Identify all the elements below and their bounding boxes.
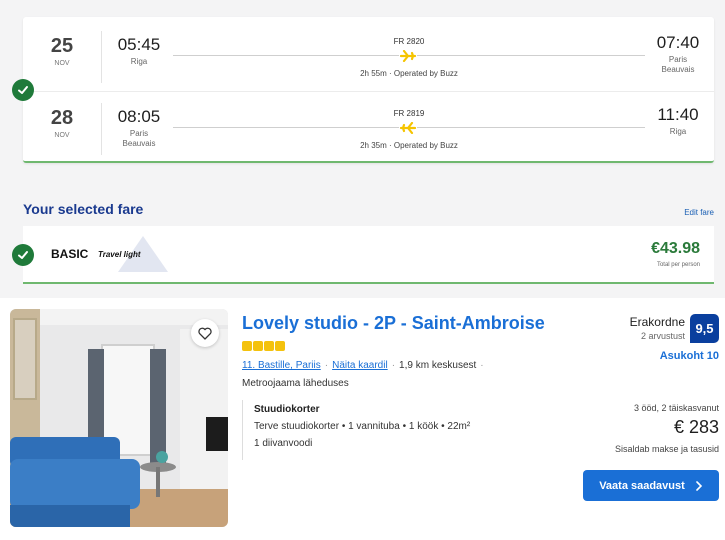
return-duration: 2h 35m · Operated by Buzz	[360, 141, 458, 150]
divider	[101, 31, 102, 83]
fare-card: BASIC Travel light €43.98 Total per pers…	[23, 226, 714, 284]
rating-score-badge: 9,5	[690, 314, 719, 343]
star-icon	[275, 341, 285, 351]
divider	[101, 103, 102, 155]
return-flight-number: FR 2819	[393, 109, 425, 118]
check-icon	[12, 244, 34, 266]
return-day: 28	[50, 107, 74, 129]
leg-divider	[23, 91, 714, 92]
stay-info: 3 ööd, 2 täiskasvanut	[633, 403, 719, 413]
location-score: Asukoht 10	[659, 350, 719, 362]
outbound-dep-time: 05:45	[117, 35, 161, 54]
outbound-arr-time: 07:40	[656, 33, 700, 52]
star-icon	[253, 341, 263, 351]
hotel-photo[interactable]	[10, 309, 228, 527]
return-date: 28 NOV	[41, 107, 83, 139]
fare-subtitle: Travel light	[98, 250, 141, 259]
fare-price: €43.98	[651, 240, 700, 257]
plane-icon	[399, 49, 417, 63]
fare-name: BASIC	[51, 247, 89, 261]
check-icon	[12, 79, 34, 101]
room-description: Terve stuudiokorter • 1 vannituba • 1 kö…	[254, 421, 471, 432]
return-departure: 08:05 Paris Beauvais	[113, 107, 165, 149]
outbound-arr-place-2: Beauvais	[661, 65, 695, 74]
outbound-arrival: 07:40 Paris Beauvais	[645, 33, 711, 75]
outbound-leg: 25 NOV 05:45 Riga FR 2820 2h 55m · Opera…	[23, 21, 714, 91]
tax-note: Sisaldab makse ja tasusid	[614, 444, 719, 454]
outbound-month: NOV	[54, 60, 70, 67]
see-availability-button[interactable]: Vaata saadavust	[583, 470, 719, 501]
room-details: Stuudiokorter Terve stuudiokorter • 1 va…	[242, 400, 542, 460]
return-leg: 28 NOV 08:05 Paris Beauvais FR 2819 2h 3…	[23, 93, 714, 163]
hotel-price: € 283	[673, 417, 719, 437]
outbound-route: FR 2820 2h 55m · Operated by Buzz	[173, 33, 645, 83]
return-arrival: 11:40 Riga	[645, 105, 711, 137]
return-route: FR 2819 2h 35m · Operated by Buzz	[173, 105, 645, 155]
return-dep-time: 08:05	[117, 107, 161, 126]
see-availability-label: Vaata saadavust	[599, 479, 685, 492]
edit-fare-link[interactable]: Edit fare	[684, 208, 714, 217]
hotel-listing-card: Lovely studio - 2P - Saint-Ambroise 11. …	[0, 298, 725, 540]
rating-word: Erakordne	[629, 315, 685, 329]
outbound-dep-place: Riga	[130, 57, 148, 66]
return-arr-time: 11:40	[657, 105, 699, 124]
outbound-departure: 05:45 Riga	[113, 35, 165, 67]
flight-itinerary-card: 25 NOV 05:45 Riga FR 2820 2h 55m · Opera…	[23, 17, 714, 163]
room-type: Stuudiokorter	[254, 404, 320, 415]
selected-fare-heading: Your selected fare	[23, 201, 144, 217]
outbound-duration: 2h 55m · Operated by Buzz	[360, 69, 458, 78]
star-icon	[264, 341, 274, 351]
outbound-day: 25	[50, 35, 74, 57]
chevron-right-icon	[696, 480, 702, 491]
star-rating	[242, 341, 285, 351]
room-bed: 1 diivanvoodi	[254, 438, 313, 449]
show-on-map-link[interactable]: Näita kaardil	[332, 360, 388, 371]
outbound-arr-place-1: Paris	[668, 55, 688, 64]
return-dep-place-1: Paris	[129, 129, 149, 138]
distance-text: 1,9 km keskusest	[399, 360, 477, 371]
location-row: 11. Bastille, Pariis · Näita kaardil · 1,9 k…	[242, 360, 484, 371]
star-icon	[242, 341, 252, 351]
metro-note: Metroojaama läheduses	[242, 378, 349, 389]
return-arr-place: Riga	[669, 127, 687, 136]
fare-price-note: Total per person	[656, 262, 700, 268]
return-dep-place-2: Beauvais	[122, 139, 156, 148]
outbound-flight-number: FR 2820	[393, 37, 425, 46]
plane-icon	[399, 121, 417, 135]
favorite-button[interactable]	[191, 319, 219, 347]
hotel-name-link[interactable]: Lovely studio - 2P - Saint-Ambroise	[242, 313, 545, 334]
location-link[interactable]: 11. Bastille, Pariis	[242, 360, 321, 371]
heart-icon	[198, 327, 212, 340]
return-month: NOV	[54, 132, 70, 139]
outbound-date: 25 NOV	[41, 35, 83, 67]
review-count: 2 arvustust	[640, 331, 685, 341]
